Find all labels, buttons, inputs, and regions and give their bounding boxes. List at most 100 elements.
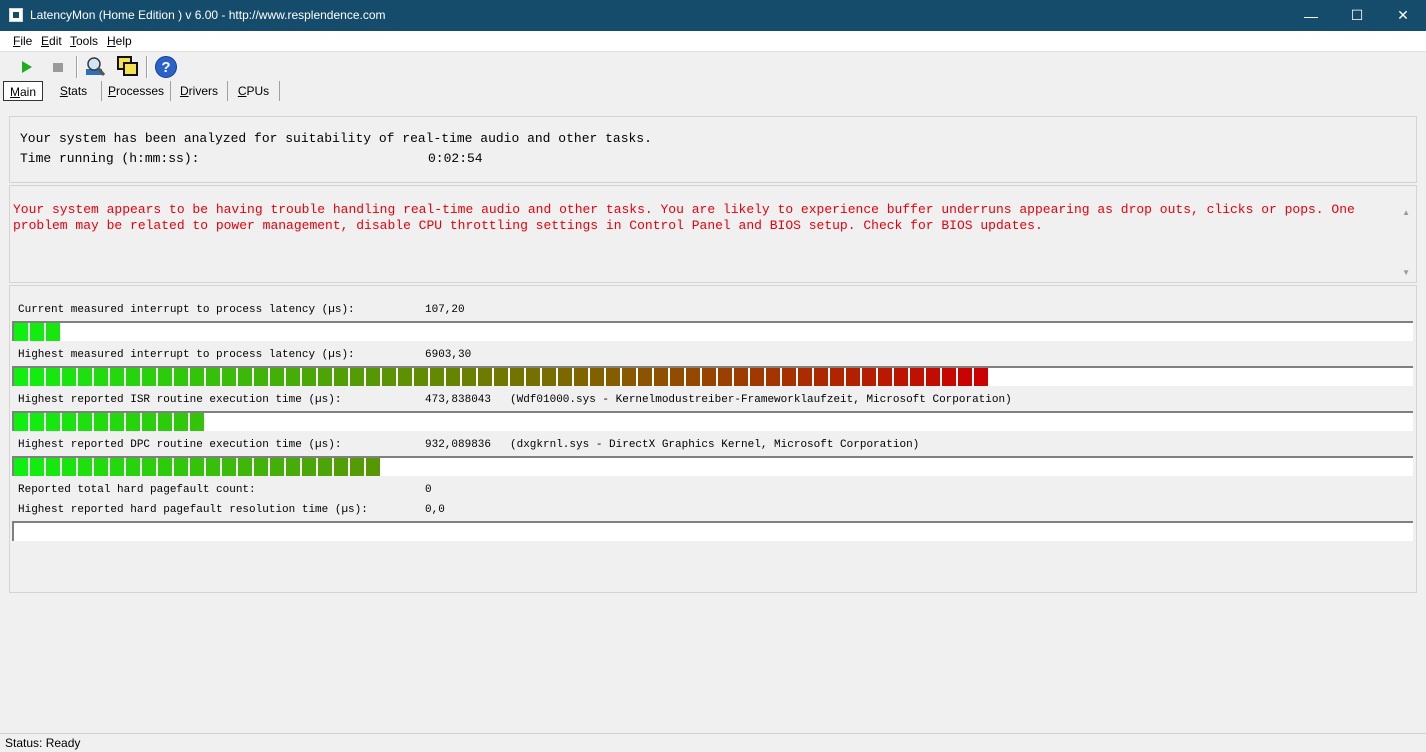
bar-segment xyxy=(478,368,492,386)
bar-segment xyxy=(942,368,956,386)
bar-segment xyxy=(126,368,140,386)
bar-segment xyxy=(206,458,220,476)
metric-driver-desc: (dxgkrnl.sys - DirectX Graphics Kernel, … xyxy=(510,439,920,451)
tab-main[interactable]: Main xyxy=(3,81,43,101)
bar-segment xyxy=(430,368,444,386)
bar-segment xyxy=(734,368,748,386)
tab-stats[interactable]: Stats xyxy=(46,81,102,101)
metric-driver-desc: (Wdf01000.sys - Kernelmodustreiber-Frame… xyxy=(510,394,1012,406)
bar-segment xyxy=(590,368,604,386)
start-button[interactable] xyxy=(13,54,39,80)
close-icon: ✕ xyxy=(1397,7,1409,23)
bar-segment xyxy=(46,458,60,476)
bar-segment xyxy=(14,368,28,386)
maximize-button[interactable]: ☐ xyxy=(1334,0,1380,31)
toolbar-separator xyxy=(146,56,148,78)
title-bar[interactable]: LatencyMon (Home Edition ) v 6.00 - http… xyxy=(0,0,1426,31)
stop-icon xyxy=(53,63,63,72)
bar-segment xyxy=(142,413,156,431)
tab-drivers[interactable]: Drivers xyxy=(171,81,228,101)
bar-segment xyxy=(318,368,332,386)
play-icon xyxy=(22,61,32,73)
bar-segment xyxy=(670,368,684,386)
bar-segment xyxy=(110,413,124,431)
scroll-up-icon[interactable]: ▲ xyxy=(1402,208,1410,217)
close-button[interactable]: ✕ xyxy=(1380,0,1426,31)
bar-segment xyxy=(78,413,92,431)
menu-tools[interactable]: Tools xyxy=(70,34,98,48)
bar-segment xyxy=(158,413,172,431)
bar-segment xyxy=(190,368,204,386)
metric-label: Current measured interrupt to process la… xyxy=(18,304,355,316)
bar-segment xyxy=(462,368,476,386)
metric-label: Reported total hard pagefault count: xyxy=(18,484,256,496)
bar-segment xyxy=(62,368,76,386)
bar-segment xyxy=(158,458,172,476)
scroll-down-icon[interactable]: ▼ xyxy=(1402,268,1410,277)
maximize-icon: ☐ xyxy=(1350,7,1364,23)
toolbar-separator xyxy=(76,56,78,78)
tab-cpus[interactable]: CPUs xyxy=(228,81,280,101)
bar-segment xyxy=(414,368,428,386)
bar-segment xyxy=(862,368,876,386)
bar-segment xyxy=(94,458,108,476)
app-icon[interactable] xyxy=(9,8,23,22)
bar-segment xyxy=(814,368,828,386)
summary-text: Your system has been analyzed for suitab… xyxy=(20,131,652,146)
latency-bar xyxy=(12,321,1413,341)
metrics-panel: Current measured interrupt to process la… xyxy=(9,285,1417,593)
bar-segment xyxy=(510,368,524,386)
bar-segment xyxy=(30,368,44,386)
status-text: Status: Ready xyxy=(5,736,81,750)
menu-edit[interactable]: Edit xyxy=(41,34,62,48)
warning-panel: Your system appears to be having trouble… xyxy=(9,185,1417,283)
bar-segment xyxy=(718,368,732,386)
bar-segment xyxy=(366,368,380,386)
bar-segment xyxy=(926,368,940,386)
bar-segment xyxy=(350,368,364,386)
bar-segment xyxy=(126,458,140,476)
tab-bar: Main Stats Processes Drivers CPUs xyxy=(0,81,1426,103)
bar-segment xyxy=(622,368,636,386)
menu-help[interactable]: Help xyxy=(107,34,132,48)
bar-segment xyxy=(30,323,44,341)
minimize-button[interactable]: — xyxy=(1288,0,1334,31)
bar-segment xyxy=(830,368,844,386)
metric-label: Highest reported ISR routine execution t… xyxy=(18,394,342,406)
bar-segment xyxy=(350,458,364,476)
windows-icon xyxy=(117,56,138,76)
bar-segment xyxy=(382,368,396,386)
metric-label: Highest reported hard pagefault resoluti… xyxy=(18,504,368,516)
bar-segment xyxy=(270,368,284,386)
bar-segment xyxy=(526,368,540,386)
bar-segment xyxy=(366,458,380,476)
bar-segment xyxy=(14,413,28,431)
bar-segment xyxy=(302,368,316,386)
bar-segment xyxy=(782,368,796,386)
windows-button[interactable] xyxy=(115,54,141,80)
bar-segment xyxy=(254,458,268,476)
bar-segment xyxy=(798,368,812,386)
bar-segment xyxy=(126,413,140,431)
tab-processes[interactable]: Processes xyxy=(102,81,171,101)
latency-bar xyxy=(12,411,1413,431)
bar-segment xyxy=(974,368,988,386)
bar-segment xyxy=(654,368,668,386)
summary-panel: Your system has been analyzed for suitab… xyxy=(9,116,1417,183)
bar-segment xyxy=(558,368,572,386)
bar-segment xyxy=(846,368,860,386)
help-button[interactable]: ? xyxy=(153,54,179,80)
bar-segment xyxy=(574,368,588,386)
bar-segment xyxy=(638,368,652,386)
bar-segment xyxy=(206,368,220,386)
svg-text:?: ? xyxy=(161,59,170,76)
stop-button[interactable] xyxy=(45,54,71,80)
menu-file[interactable]: File xyxy=(13,34,32,48)
bar-segment xyxy=(334,458,348,476)
bar-segment xyxy=(62,413,76,431)
metric-value: 0,0 xyxy=(425,504,445,516)
analyze-button[interactable] xyxy=(83,54,109,80)
bar-segment xyxy=(190,458,204,476)
bar-segment xyxy=(286,458,300,476)
metric-label: Highest measured interrupt to process la… xyxy=(18,349,355,361)
